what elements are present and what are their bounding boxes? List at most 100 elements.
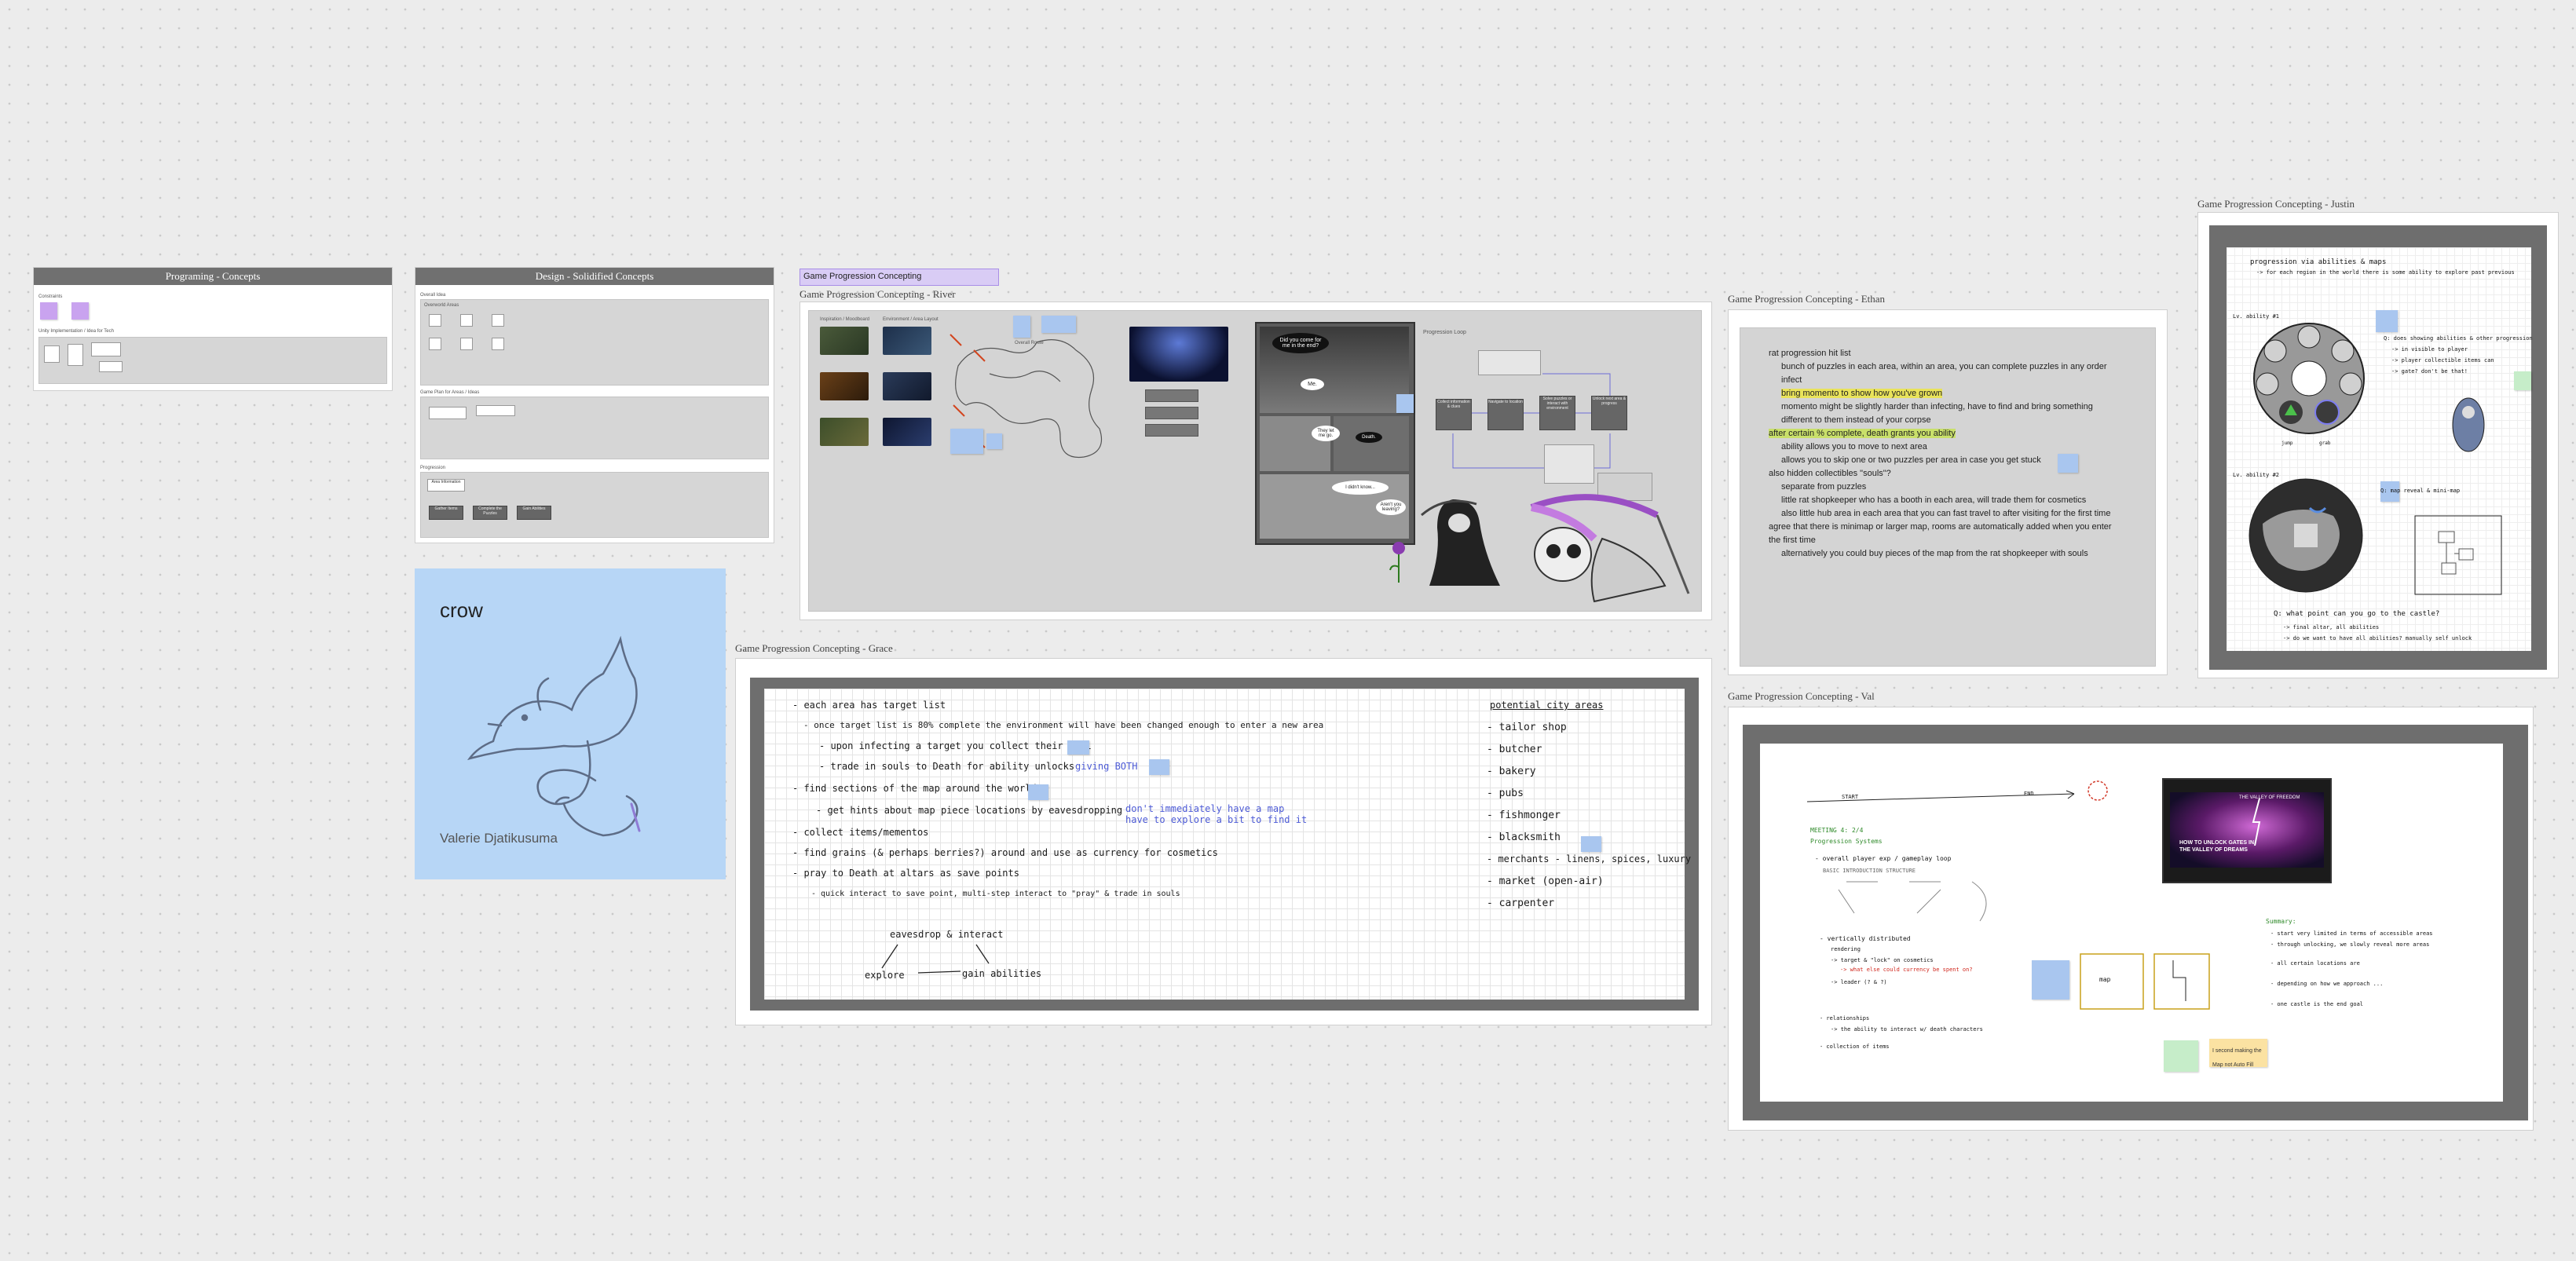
city-item: - carpenter <box>1487 897 1555 909</box>
grace-frame[interactable]: - each area has target list - once targe… <box>735 658 1712 1025</box>
sticky-note[interactable] <box>2376 310 2398 332</box>
sticky-note[interactable] <box>1013 316 1030 338</box>
sticky-note[interactable] <box>950 429 983 454</box>
justin-note-line: jump <box>2281 440 2293 446</box>
inspiration-image[interactable] <box>820 327 869 355</box>
mini-card[interactable] <box>492 314 504 327</box>
sticky-note[interactable] <box>1067 740 1089 755</box>
video-thumbnail[interactable]: THE VALLEY OF FREEDOM HOW TO UNLOCK GATE… <box>2162 778 2332 883</box>
sticky-note[interactable] <box>2164 1040 2198 1072</box>
inspiration-image[interactable] <box>883 327 931 355</box>
val-note-line: -> the ability to interact w/ death char… <box>1831 1026 1983 1033</box>
game-progression-tag[interactable]: Game Progression Concepting <box>800 269 999 286</box>
val-note-line: MEETING 4: 2/4 <box>1810 827 1864 834</box>
val-note-line: Summary: <box>2266 918 2296 925</box>
progress-box[interactable]: Gather Items <box>429 506 463 520</box>
inspiration-image[interactable] <box>883 372 931 400</box>
progress-box[interactable]: Complete the Puzzles <box>473 506 507 520</box>
design-block[interactable]: Overworld Areas <box>420 299 769 386</box>
ability-wheel-drawing[interactable] <box>2250 320 2368 437</box>
val-frame[interactable]: START END MEETING 4: 2/4 Progression Sys… <box>1728 707 2534 1131</box>
val-whiteboard[interactable]: START END MEETING 4: 2/4 Progression Sys… <box>1760 744 2503 1102</box>
mini-card[interactable] <box>99 361 123 372</box>
map-sketch-drawing[interactable] <box>2076 946 2217 1017</box>
mini-card[interactable] <box>91 342 121 356</box>
justin-note-line: -> player collectible items can <box>2391 357 2494 364</box>
sticky-note[interactable] <box>2514 371 2531 390</box>
design-block-label: Overall Idea <box>420 293 446 298</box>
sticky-note[interactable] <box>1581 836 1601 852</box>
unity-implementation-label: Unity Implementation / Idea for Tech <box>38 329 114 334</box>
river-board[interactable]: Inspiration / Moodboard Environment / Ar… <box>808 310 1702 612</box>
mini-card[interactable] <box>476 405 515 416</box>
concept-caption[interactable] <box>1145 424 1198 437</box>
inspiration-image[interactable] <box>820 418 869 446</box>
justin-note-line: -> final altar, all abilities <box>2283 624 2380 630</box>
video-frame <box>2170 792 2324 868</box>
val-note-line: BASIC INTRODUCTION STRUCTURE <box>1823 868 1916 874</box>
crow-artwork-card[interactable]: crow Valerie Djatikusuma <box>415 568 726 879</box>
grace-notebook-page[interactable]: - each area has target list - once targe… <box>764 689 1691 1000</box>
sticky-note[interactable] <box>2032 960 2069 1000</box>
ethan-note-line: momento might be slightly harder than in… <box>1781 402 2093 411</box>
note-line: don't immediately have a map <box>1125 803 1285 814</box>
sticky-note[interactable] <box>40 302 57 320</box>
ethan-note-line: alternatively you could buy pieces of th… <box>1781 549 2088 558</box>
sticky-note[interactable] <box>986 433 1002 449</box>
mini-card[interactable] <box>460 314 473 327</box>
map-not-autofill-sticky[interactable]: I second making the Map not Auto Fill <box>2209 1039 2267 1068</box>
val-note-line: -> leader (? & ?) <box>1831 979 1887 985</box>
loop-note[interactable] <box>1544 444 1594 484</box>
val-note-line: - relationships <box>1820 1015 1870 1022</box>
note-line: - find sections of the map around the wo… <box>792 783 1037 794</box>
inspiration-image[interactable] <box>820 372 869 400</box>
comic-page[interactable]: Did you come for me in the end? Me. They… <box>1255 322 1415 545</box>
sticky-note[interactable] <box>1149 759 1169 775</box>
mini-card[interactable] <box>492 338 504 350</box>
programming-block[interactable] <box>38 337 387 384</box>
sticky-note[interactable] <box>1028 784 1048 800</box>
ethan-frame[interactable]: rat progression hit list bunch of puzzle… <box>1728 309 2168 675</box>
note-line: - quick interact to save point, multi-st… <box>811 890 1180 898</box>
programming-concepts-section[interactable]: Programing - Concepts Constraints Unity … <box>33 267 393 391</box>
ethan-note-line: allows you to skip one or two puzzles pe… <box>1781 455 2041 465</box>
comic-panel <box>1260 416 1330 471</box>
design-concepts-section[interactable]: Design - Solidified Concepts Overall Ide… <box>415 267 774 543</box>
river-frame[interactable]: Inspiration / Moodboard Environment / Ar… <box>800 302 1712 620</box>
design-block[interactable] <box>420 397 769 459</box>
city-areas-title: potential city areas <box>1490 700 1604 711</box>
val-note-line: -> what else could currency be spent on? <box>1840 967 1973 973</box>
sticky-note[interactable] <box>2058 454 2078 473</box>
note-line: have to explore a bit to find it <box>1125 814 1308 825</box>
justin-notebook-page[interactable]: progression via abilities & maps -> for … <box>2227 247 2533 651</box>
inspiration-image[interactable] <box>883 418 931 446</box>
ethan-note-line: little rat shopkeeper who has a booth in… <box>1781 495 2087 505</box>
val-note-line: - vertically distributed <box>1820 935 1911 942</box>
ethan-note-line: infect <box>1781 375 1802 385</box>
val-note-line: rendering <box>1831 946 1861 952</box>
mini-card[interactable] <box>68 344 83 366</box>
progress-box[interactable]: Gain Abilities <box>517 506 551 520</box>
mini-card[interactable] <box>44 345 60 363</box>
val-note-line: - through unlocking, we slowly reveal mo… <box>2270 941 2430 948</box>
mini-card[interactable] <box>429 314 441 327</box>
progress-box[interactable]: Area Information <box>427 479 465 492</box>
concept-caption[interactable] <box>1145 389 1198 402</box>
mini-card[interactable] <box>429 338 441 350</box>
sticky-note[interactable] <box>1396 394 1414 413</box>
design-block[interactable]: Area Information Gather Items Complete t… <box>420 472 769 538</box>
region-map-drawing[interactable] <box>2247 477 2365 594</box>
sticky-note[interactable] <box>1041 316 1076 333</box>
concept-caption[interactable] <box>1145 407 1198 419</box>
river-thumb-label: Environment / Area Layout <box>883 317 939 322</box>
ethan-note-line: after certain % complete, death grants y… <box>1769 429 1956 438</box>
mini-card[interactable] <box>460 338 473 350</box>
crow-drawing <box>467 635 641 837</box>
ethan-notes-card[interactable]: rat progression hit list bunch of puzzle… <box>1740 327 2156 667</box>
sticky-note[interactable] <box>71 302 89 320</box>
concept-art-image[interactable] <box>1129 327 1228 382</box>
design-concepts-title: Design - Solidified Concepts <box>415 268 774 285</box>
lightning-icon <box>2252 799 2261 846</box>
mini-card[interactable] <box>429 407 467 419</box>
justin-frame[interactable]: progression via abilities & maps -> for … <box>2197 212 2559 678</box>
